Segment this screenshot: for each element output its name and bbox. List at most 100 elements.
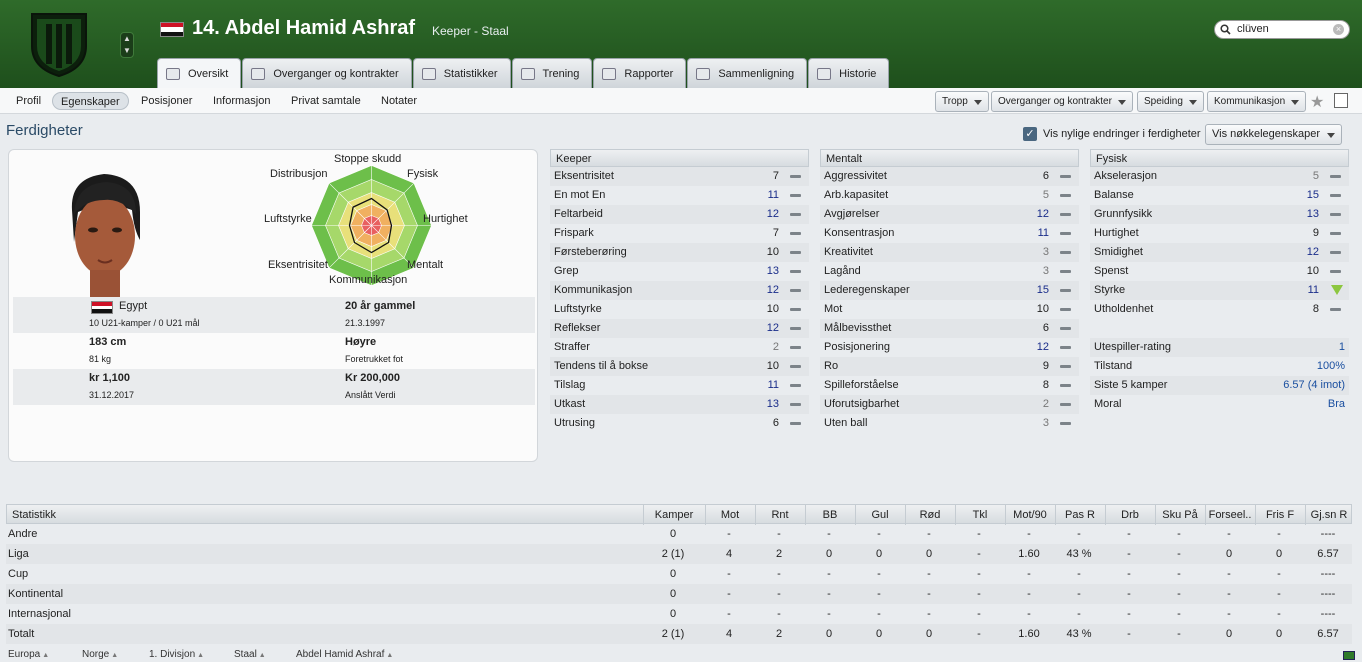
- stats-column-header[interactable]: Kamper: [643, 505, 705, 525]
- breadcrumb-player[interactable]: Abdel Hamid Ashraf: [296, 649, 393, 660]
- subnav-privat-samtale[interactable]: Privat samtale: [283, 92, 369, 110]
- stats-column-header[interactable]: Gj.sn R: [1305, 505, 1353, 525]
- attribute-name: Frispark: [554, 227, 594, 239]
- stats-cell: Totalt: [8, 628, 35, 640]
- stats-cell: 0: [669, 608, 677, 620]
- stats-column-header[interactable]: Forseel..: [1205, 505, 1255, 525]
- add-note-icon[interactable]: [1334, 93, 1348, 108]
- search-value: clüven: [1237, 23, 1269, 35]
- breadcrumb-division[interactable]: 1. Divisjon: [149, 649, 204, 660]
- tab-rapporter[interactable]: Rapporter: [593, 58, 687, 88]
- arrow-up-icon[interactable]: ▲: [121, 33, 133, 45]
- attribute-row: Mot 10: [820, 300, 1079, 319]
- stats-column-header[interactable]: Pas R: [1055, 505, 1105, 525]
- trend-flat-icon: [1060, 346, 1071, 349]
- tab-oversikt[interactable]: Oversikt: [157, 58, 242, 88]
- dropdown-overganger[interactable]: Overganger og kontrakter: [991, 91, 1133, 112]
- column-divider: [1205, 505, 1206, 525]
- subnav-posisjoner[interactable]: Posisjoner: [133, 92, 200, 110]
- attribute-value: 11: [767, 379, 779, 391]
- stats-cell: -: [777, 588, 781, 600]
- star-icon[interactable]: ★: [1310, 92, 1324, 112]
- dropdown-tropp[interactable]: Tropp: [935, 91, 989, 112]
- stats-icon: [421, 67, 436, 80]
- stats-cell: 0: [1225, 628, 1233, 640]
- breadcrumb-club[interactable]: Staal: [234, 649, 266, 660]
- trend-flat-icon: [790, 327, 801, 330]
- attribute-value: 15: [1036, 284, 1049, 296]
- tab-overganger[interactable]: Overganger og kontrakter: [242, 58, 412, 88]
- stats-cell: -: [1227, 568, 1231, 580]
- tab-statistikker[interactable]: Statistikker: [412, 58, 511, 88]
- club-crest-icon: [31, 13, 87, 78]
- stats-cell: -: [877, 608, 881, 620]
- stats-column-header[interactable]: Drb: [1105, 505, 1155, 525]
- attribute-value: 3: [1042, 246, 1049, 258]
- trend-flat-icon: [1060, 175, 1071, 178]
- attribute-row: Kreativitet 3: [820, 243, 1079, 262]
- stats-column-header[interactable]: Gul: [855, 505, 905, 525]
- stats-column-header[interactable]: Mot: [705, 505, 755, 525]
- stats-cell: Liga: [8, 548, 29, 560]
- key-attributes-button[interactable]: Vis nøkkelegenskaper: [1205, 124, 1342, 145]
- column-divider: [1055, 505, 1056, 525]
- stats-cell: 2: [775, 548, 783, 560]
- subnav-profil[interactable]: Profil: [8, 92, 49, 110]
- stats-column-header[interactable]: Statistikk: [7, 505, 643, 525]
- subnav-egenskaper[interactable]: Egenskaper: [52, 92, 129, 110]
- stats-column-header[interactable]: Sku På: [1155, 505, 1205, 525]
- attribute-name: Tendens til å bokse: [554, 360, 649, 372]
- attribute-row: Lagånd 3: [820, 262, 1079, 281]
- stats-column-header[interactable]: Rnt: [755, 505, 805, 525]
- stats-cell: -: [1127, 608, 1131, 620]
- stats-cell: -: [1027, 568, 1031, 580]
- column-divider: [705, 505, 706, 525]
- stats-cell: 0: [825, 628, 833, 640]
- clear-search-icon[interactable]: ×: [1333, 24, 1344, 35]
- attribute-row: Grunnfysikk 13: [1090, 205, 1349, 224]
- stats-cell: -: [1027, 588, 1031, 600]
- stats-cell: -: [927, 568, 931, 580]
- tab-historie[interactable]: Historie: [808, 58, 890, 88]
- search-input[interactable]: clüven ×: [1214, 20, 1350, 39]
- trend-flat-icon: [790, 403, 801, 406]
- trend-flat-icon: [790, 422, 801, 425]
- stats-column-header[interactable]: Fris F: [1255, 505, 1305, 525]
- stats-cell: -: [827, 528, 831, 540]
- stats-cell: Andre: [8, 528, 38, 540]
- subnav-notater[interactable]: Notater: [373, 92, 425, 110]
- radar-label-hurtighet: Hurtighet: [423, 213, 468, 225]
- stats-column-header[interactable]: Tkl: [955, 505, 1005, 525]
- preferred-foot-label: Foretrukket fot: [345, 354, 404, 364]
- breadcrumb-europa[interactable]: Europa: [8, 649, 49, 660]
- dropdown-speiding[interactable]: Speiding: [1137, 91, 1204, 112]
- age: 20 år gammel: [345, 300, 416, 312]
- attribute-row: Posisjonering 12: [820, 338, 1079, 357]
- tab-trening[interactable]: Trening: [511, 58, 593, 88]
- u21-caps: 10 U21-kamper / 0 U21 mål: [89, 318, 200, 328]
- stats-column-header[interactable]: Mot/90: [1005, 505, 1055, 525]
- attribute-row: Styrke 11: [1090, 281, 1349, 300]
- attribute-name: Avgjørelser: [824, 208, 880, 220]
- breadcrumb-norge[interactable]: Norge: [82, 649, 118, 660]
- tab-sammenligning[interactable]: Sammenligning: [687, 58, 808, 88]
- trend-flat-icon: [790, 384, 801, 387]
- stats-row: Totalt 2 (1) 4 2 0 0 0 - 1.60 43 % - - 0 0 6.57: [6, 624, 1352, 644]
- stats-cell: -: [1077, 588, 1081, 600]
- dropdown-kommunikasjon[interactable]: Kommunikasjon: [1207, 91, 1307, 112]
- attribute-row: Tendens til å bokse 10: [550, 357, 809, 376]
- attribute-name: Aggressivitet: [824, 170, 887, 182]
- arrow-down-icon[interactable]: ▼: [121, 45, 133, 57]
- player-face-image: [71, 174, 140, 298]
- attribute-name: Grep: [554, 265, 579, 277]
- subnav-informasjon[interactable]: Informasjon: [205, 92, 278, 110]
- stats-column-header[interactable]: BB: [805, 505, 855, 525]
- attribute-value: 6: [1042, 170, 1049, 182]
- stats-column-header[interactable]: Rød: [905, 505, 955, 525]
- attribute-name: Feltarbeid: [554, 208, 603, 220]
- recent-changes-checkbox[interactable]: ✓: [1023, 127, 1037, 141]
- trend-flat-icon: [1330, 175, 1341, 178]
- stats-row: Kontinental 0- - - - - - - - - - - - ----: [6, 584, 1352, 604]
- player-nav-arrows[interactable]: ▲ ▼: [120, 32, 134, 58]
- radar-label-stoppe-skudd: Stoppe skudd: [334, 153, 402, 165]
